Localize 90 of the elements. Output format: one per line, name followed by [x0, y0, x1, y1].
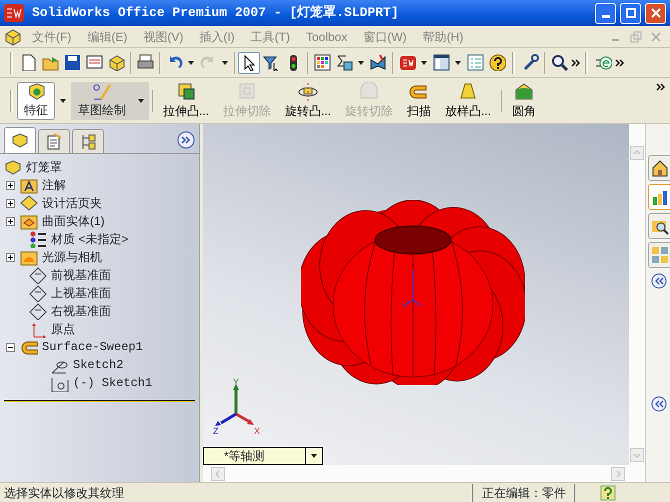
addin-icon	[594, 54, 612, 71]
tree-item-label[interactable]: 右视基准面	[51, 302, 111, 320]
plane-icon	[29, 302, 47, 320]
command-button[interactable]: 拉伸凸...	[156, 82, 216, 120]
tree-item-label[interactable]: (-) Sketch1	[73, 374, 152, 392]
part-icon	[108, 54, 124, 71]
list-icon	[466, 54, 484, 71]
dropdown-caret-icon[interactable]	[455, 60, 461, 64]
diamond-icon	[20, 194, 38, 212]
close-icon	[650, 8, 660, 18]
window-icon	[432, 54, 450, 71]
dropdown-caret-icon[interactable]	[138, 98, 144, 102]
tree-item-label[interactable]: 曲面实体(1)	[42, 212, 105, 230]
revolve-icon	[297, 82, 320, 102]
sketch-icon	[91, 82, 113, 100]
dropdown-caret-icon[interactable]	[421, 60, 427, 64]
window-title: SolidWorks Office Premium 2007 - [灯笼罩.SLDPRT]	[32, 4, 400, 22]
expand-icon[interactable]	[6, 252, 15, 262]
expand-icon[interactable]	[6, 180, 15, 190]
minimize-button[interactable]	[595, 2, 616, 24]
tree-item-label[interactable]: 光源与相机	[42, 248, 102, 266]
minimize-icon	[602, 14, 610, 18]
tree-item-label[interactable]: 材质 <未指定>	[51, 230, 128, 248]
new-document-icon	[20, 54, 36, 71]
maximize-button[interactable]	[620, 2, 641, 24]
command-button[interactable]: 旋转凸...	[278, 82, 338, 120]
collapse-icon[interactable]	[651, 273, 667, 289]
close-button[interactable]	[645, 2, 666, 24]
more-icon[interactable]	[655, 82, 666, 92]
origin-icon	[29, 320, 47, 338]
command-tab[interactable]: 草图绘制	[71, 82, 133, 120]
panel-tab[interactable]	[72, 129, 104, 153]
tree-item-label[interactable]: 前视基准面	[51, 266, 111, 284]
dropdown-caret-icon[interactable]	[60, 98, 66, 102]
options-icon	[314, 54, 330, 71]
dropdown-caret-icon[interactable]	[358, 60, 364, 64]
status-mode: 正在编辑：零件	[472, 484, 576, 502]
sweep-icon	[20, 338, 38, 356]
collapse-icon[interactable]	[651, 396, 667, 412]
panel-tab[interactable]	[38, 129, 70, 153]
folder-icon	[20, 248, 38, 266]
print-icon	[136, 54, 154, 71]
view-icon	[370, 54, 386, 71]
tree-item-label[interactable]: Sketch2	[73, 356, 124, 374]
axis-triad-drawing: Y Z X	[213, 378, 260, 436]
sheet-icon	[86, 54, 102, 71]
command-button[interactable]: 放样凸...	[438, 82, 498, 120]
more-icon[interactable]	[614, 58, 625, 68]
dropdown-caret-icon[interactable]	[188, 60, 194, 64]
axis-indicator-icon	[402, 269, 422, 307]
status-message: 选择实体以修改其纹理	[4, 484, 124, 502]
filter-icon	[262, 54, 280, 71]
collapse-icon[interactable]	[6, 342, 15, 352]
expand-icon[interactable]	[6, 198, 15, 208]
command-button[interactable]: 扫描	[400, 82, 438, 120]
dropdown-caret-icon[interactable]	[222, 60, 228, 64]
tool-icon	[522, 54, 538, 71]
help-icon[interactable]	[600, 484, 616, 500]
revcut-icon	[358, 82, 380, 102]
tree-item-label[interactable]: 注解	[42, 176, 66, 194]
fillet-icon	[513, 82, 536, 102]
home-icon[interactable]	[650, 159, 668, 177]
property-icon	[45, 132, 63, 150]
command-tab[interactable]: 特征	[17, 82, 55, 120]
maximize-icon	[626, 8, 636, 18]
tree-item-label[interactable]: 设计活页夹	[42, 194, 102, 212]
more-icon[interactable]	[570, 58, 581, 68]
zoom-icon	[550, 54, 568, 71]
equation-icon	[336, 54, 352, 71]
folder-icon	[20, 176, 38, 194]
tree-item-label[interactable]: 原点	[51, 320, 75, 338]
expand-icon[interactable]	[6, 216, 15, 226]
tree-item-label[interactable]: 灯笼罩	[26, 158, 62, 176]
plane-icon	[29, 266, 47, 284]
part-icon	[4, 158, 22, 176]
select-button[interactable]	[238, 52, 260, 74]
panel-tab[interactable]	[4, 127, 36, 153]
tree-item-label[interactable]: Surface-Sweep1	[42, 338, 143, 356]
material-icon	[29, 230, 47, 248]
open-icon	[42, 54, 58, 71]
chart-icon[interactable]	[650, 188, 668, 206]
command-button[interactable]: 圆角	[505, 82, 544, 120]
plane-icon	[29, 284, 47, 302]
tree-item-label[interactable]: 上视基准面	[51, 284, 111, 302]
help-icon	[488, 54, 506, 71]
app-logo-icon	[4, 4, 24, 22]
save-icon	[64, 54, 80, 71]
expand-icon[interactable]	[177, 131, 195, 149]
folder-icon	[20, 212, 38, 230]
tree-icon	[11, 132, 29, 150]
